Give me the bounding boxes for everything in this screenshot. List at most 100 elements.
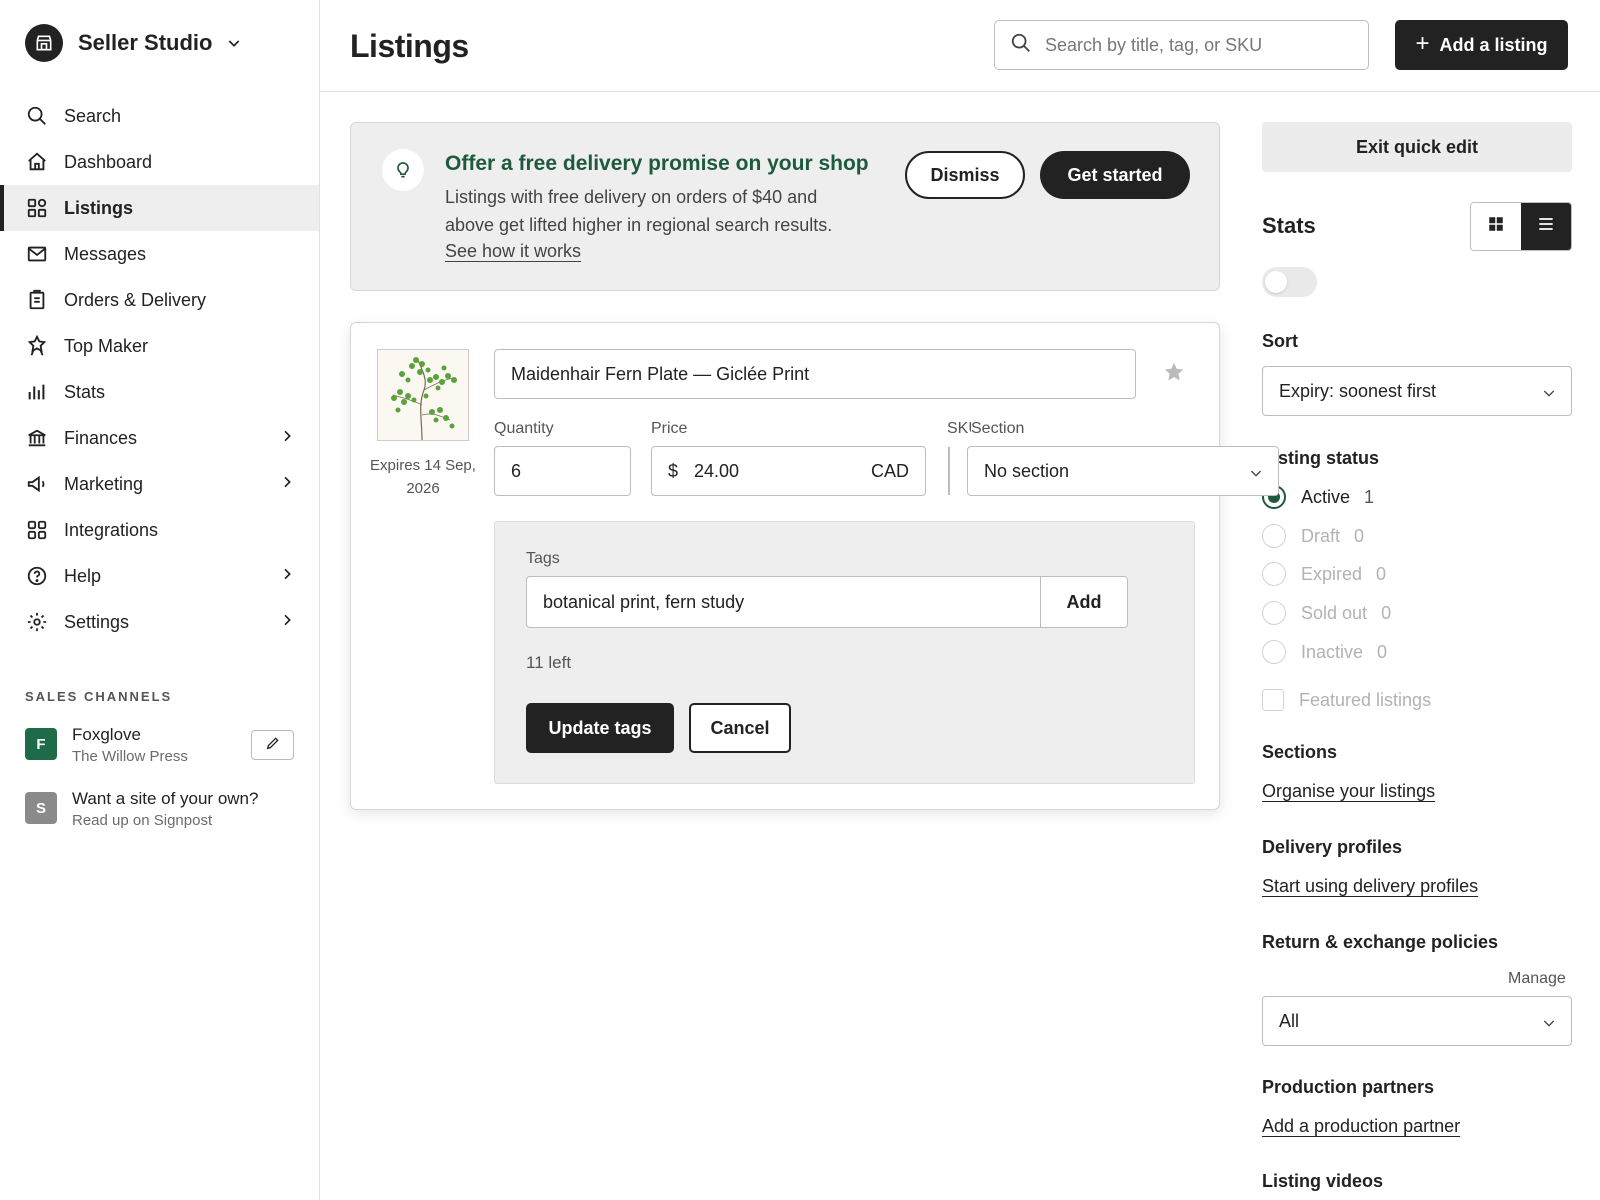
sidebar-item-help[interactable]: Help bbox=[0, 553, 319, 599]
grid-view-button[interactable] bbox=[1471, 203, 1521, 250]
listing-thumbnail[interactable] bbox=[377, 349, 469, 441]
section-value: No section bbox=[984, 460, 1070, 481]
search-icon bbox=[25, 104, 49, 128]
add-tag-button[interactable]: Add bbox=[1040, 576, 1128, 628]
sidebar-item-orders[interactable]: Orders & Delivery bbox=[0, 277, 319, 323]
chevron-down-icon bbox=[1541, 385, 1557, 406]
shop-switcher[interactable]: Seller Studio bbox=[25, 24, 242, 62]
sidebar-item-label: Marketing bbox=[64, 473, 144, 494]
add-production-partner-link[interactable]: Add a production partner bbox=[1262, 1116, 1460, 1137]
radio-button bbox=[1262, 601, 1286, 625]
status-count: 0 bbox=[1354, 525, 1365, 546]
section-dropdown[interactable]: No section bbox=[967, 446, 1279, 496]
avatar: F bbox=[25, 728, 57, 760]
lightbulb-icon bbox=[382, 149, 424, 191]
exit-quick-edit-button[interactable]: Exit quick edit bbox=[1262, 122, 1572, 172]
sidebar-item-label: Search bbox=[64, 105, 122, 126]
organise-listings-link[interactable]: Organise your listings bbox=[1262, 781, 1435, 802]
sku-field-edge[interactable] bbox=[948, 447, 950, 495]
sidebar-item-search[interactable]: Search bbox=[0, 93, 319, 139]
tags-panel: Tags botanical print, fern study Add 11 … bbox=[494, 521, 1195, 784]
fern-illustration bbox=[391, 357, 457, 440]
sidebar-item-listings[interactable]: Listings bbox=[0, 185, 319, 231]
chevron-right-icon bbox=[279, 474, 295, 495]
home-icon bbox=[25, 150, 49, 174]
quantity-field[interactable]: 6 bbox=[494, 446, 631, 496]
price-value: 24.00 bbox=[694, 460, 740, 481]
stats-toggle[interactable] bbox=[1262, 267, 1317, 297]
toggle-knob bbox=[1265, 271, 1287, 293]
promo-link[interactable]: See how it works bbox=[445, 241, 581, 262]
sidebar-item-marketing[interactable]: Marketing bbox=[0, 461, 319, 507]
promo-title: Offer a free delivery promise on your sh… bbox=[445, 152, 869, 175]
sidebar-item-top-maker[interactable]: Top Maker bbox=[0, 323, 319, 369]
sales-channel-foxglove[interactable]: F Foxglove The Willow Press bbox=[25, 724, 188, 768]
price-label: Price bbox=[651, 420, 688, 437]
cancel-button[interactable]: Cancel bbox=[689, 703, 791, 753]
sidebar-nav: Search Dashboard Listings Messages Order… bbox=[0, 93, 319, 645]
page-title: Listings bbox=[350, 28, 469, 64]
listing-card: Expires 14 Sep, 2026 Maidenhair Fern Pla… bbox=[350, 322, 1279, 810]
bank-icon bbox=[25, 426, 49, 450]
chevron-down-icon bbox=[1248, 465, 1264, 486]
radio-button bbox=[1262, 524, 1286, 548]
grid-icon bbox=[25, 518, 49, 542]
sort-value: Expiry: soonest first bbox=[1279, 380, 1437, 401]
status-radio-draft[interactable]: Draft 0 bbox=[1262, 523, 1364, 549]
sidebar-item-finances[interactable]: Finances bbox=[0, 415, 319, 461]
currency-code: CAD bbox=[870, 460, 909, 481]
production-partners-heading: Production partners bbox=[1262, 1077, 1435, 1097]
chevron-right-icon bbox=[279, 566, 295, 587]
return-policies-value: All bbox=[1279, 1010, 1300, 1031]
update-tags-button[interactable]: Update tags bbox=[526, 703, 674, 753]
return-policies-heading: Return & exchange policies bbox=[1262, 932, 1499, 952]
award-icon bbox=[25, 334, 49, 358]
delivery-profiles-link[interactable]: Start using delivery profiles bbox=[1262, 876, 1478, 897]
gear-icon bbox=[25, 610, 49, 634]
promo-banner: Offer a free delivery promise on your sh… bbox=[350, 122, 1220, 291]
clipboard-icon bbox=[25, 288, 49, 312]
listings-icon bbox=[25, 196, 49, 220]
sidebar-item-label: Dashboard bbox=[64, 151, 153, 172]
status-radio-sold-out[interactable]: Sold out 0 bbox=[1262, 600, 1391, 626]
sidebar-item-integrations[interactable]: Integrations bbox=[0, 507, 319, 553]
list-icon bbox=[1536, 214, 1556, 239]
channel-title: Foxglove bbox=[72, 725, 141, 744]
sidebar-item-dashboard[interactable]: Dashboard bbox=[0, 139, 319, 185]
sidebar-item-label: Orders & Delivery bbox=[64, 289, 207, 310]
stats-heading: Stats bbox=[1262, 213, 1316, 238]
promo-body: Listings with free delivery on orders of… bbox=[445, 187, 833, 235]
sales-channel-signpost[interactable]: S Want a site of your own? Read up on Si… bbox=[25, 788, 258, 832]
featured-listings-checkbox[interactable]: Featured listings bbox=[1262, 687, 1431, 713]
checkbox bbox=[1262, 689, 1284, 711]
status-label: Sold out bbox=[1301, 602, 1368, 623]
edit-channel-button[interactable] bbox=[251, 730, 294, 760]
sidebar-item-messages[interactable]: Messages bbox=[0, 231, 319, 277]
sidebar-item-settings[interactable]: Settings bbox=[0, 599, 319, 645]
dismiss-button[interactable]: Dismiss bbox=[905, 151, 1025, 199]
chevron-down-icon bbox=[226, 35, 242, 51]
radio-button bbox=[1262, 640, 1286, 664]
status-count: 1 bbox=[1364, 486, 1375, 507]
megaphone-icon bbox=[25, 472, 49, 496]
status-radio-expired[interactable]: Expired 0 bbox=[1262, 561, 1386, 587]
price-field[interactable]: $ 24.00 CAD bbox=[651, 446, 926, 496]
listing-title-field[interactable]: Maidenhair Fern Plate — Giclée Print bbox=[494, 349, 1136, 399]
delivery-profiles-heading: Delivery profiles bbox=[1262, 837, 1403, 857]
tags-input[interactable]: botanical print, fern study bbox=[526, 576, 1041, 628]
sidebar-item-label: Integrations bbox=[64, 519, 159, 540]
list-view-button[interactable] bbox=[1521, 203, 1571, 250]
section-label: Section bbox=[971, 420, 1027, 438]
status-radio-inactive[interactable]: Inactive 0 bbox=[1262, 639, 1387, 665]
bar-chart-icon bbox=[25, 380, 49, 404]
channel-subtitle: Read up on Signpost bbox=[72, 812, 213, 829]
sidebar-item-stats[interactable]: Stats bbox=[0, 369, 319, 415]
sidebar-item-label: Finances bbox=[64, 427, 138, 448]
channel-subtitle: The Willow Press bbox=[72, 748, 188, 765]
manage-policies-link[interactable]: Manage bbox=[1508, 970, 1566, 988]
quantity-label: Quantity bbox=[494, 420, 554, 437]
sort-dropdown[interactable]: Expiry: soonest first bbox=[1262, 366, 1572, 416]
get-started-button[interactable]: Get started bbox=[1040, 151, 1190, 199]
star-icon[interactable] bbox=[1163, 361, 1185, 388]
return-policies-dropdown[interactable]: All bbox=[1262, 996, 1572, 1046]
